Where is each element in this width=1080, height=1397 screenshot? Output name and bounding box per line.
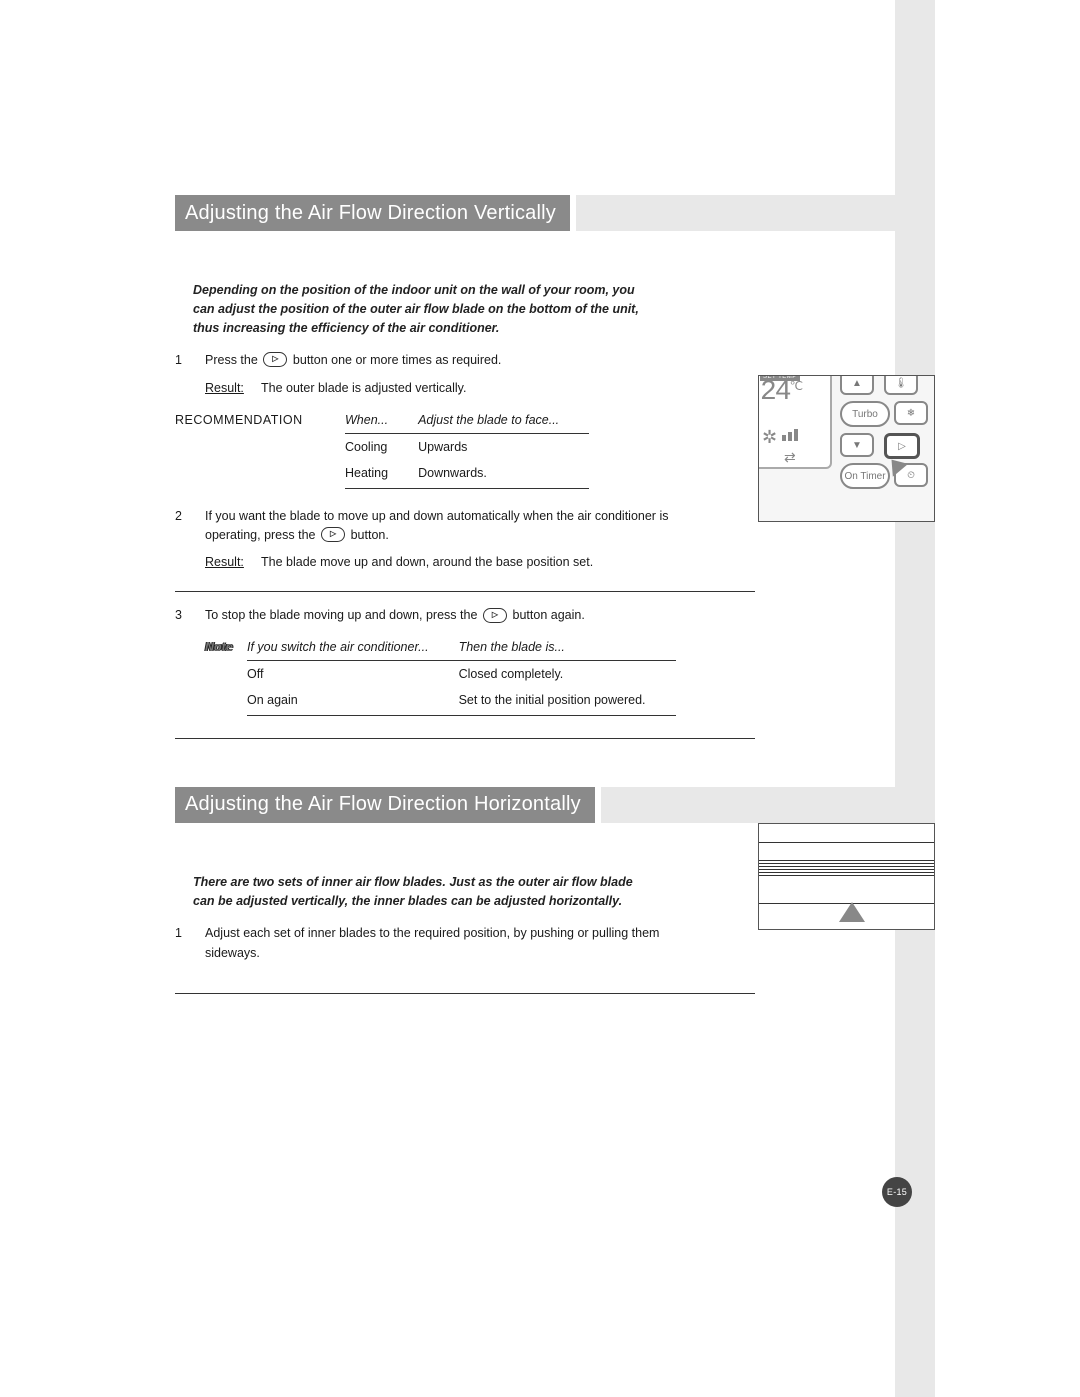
fan-speed-bars-icon bbox=[782, 429, 798, 441]
step1-text-a: Press the bbox=[205, 353, 261, 367]
figure-indoor-unit bbox=[758, 823, 935, 930]
step-1: 1 Press the ▷ button one or more times a… bbox=[175, 351, 935, 370]
thermometer-icon: 🌡 bbox=[884, 375, 918, 395]
note-block: Note If you switch the air conditioner..… bbox=[205, 640, 935, 716]
temp-down-button: ▼ bbox=[840, 433, 874, 457]
divider bbox=[175, 738, 755, 739]
step3-text-a: To stop the blade moving up and down, pr… bbox=[205, 608, 481, 622]
recommendation-label: RECOMMENDATION bbox=[175, 413, 345, 489]
step2-result-text: The blade move up and down, around the b… bbox=[261, 555, 593, 569]
lcd-temperature: 24℃ bbox=[760, 377, 801, 408]
swing-button: ▷ bbox=[884, 433, 920, 459]
note-table: If you switch the air conditioner... The… bbox=[247, 640, 676, 716]
heading-horizontal: Adjusting the Air Flow Direction Horizon… bbox=[175, 787, 935, 823]
note-r2c1: On again bbox=[247, 687, 459, 716]
note-label: Note bbox=[205, 640, 247, 716]
note-r1c2: Closed completely. bbox=[459, 660, 676, 687]
step-3: 3 To stop the blade moving up and down, … bbox=[175, 606, 935, 625]
divider bbox=[175, 993, 755, 994]
step3-text-b: button again. bbox=[513, 608, 585, 622]
temp-up-button: ▲ bbox=[840, 375, 874, 395]
note-r1c1: Off bbox=[247, 660, 459, 687]
rec-r1c1: Cooling bbox=[345, 433, 418, 460]
swing-button-icon: ▷ bbox=[321, 527, 345, 542]
step2-result: Result: The blade move up and down, arou… bbox=[205, 555, 935, 569]
step2-text-a: If you want the blade to move up and dow… bbox=[205, 509, 668, 542]
rec-th-adjust: Adjust the blade to face... bbox=[418, 413, 589, 434]
h-step1-text: Adjust each set of inner blades to the r… bbox=[205, 924, 705, 963]
swing-button-icon: ▷ bbox=[263, 352, 287, 367]
result-label: Result: bbox=[205, 381, 261, 395]
swing-indicator-icon: ⇄ bbox=[784, 449, 796, 466]
step-number: 3 bbox=[175, 606, 205, 625]
rec-r2c2: Downwards. bbox=[418, 460, 589, 489]
heading-vertical: Adjusting the Air Flow Direction Vertica… bbox=[175, 195, 935, 231]
step1-result-text: The outer blade is adjusted vertically. bbox=[261, 381, 466, 395]
mode-button: ❄ bbox=[894, 401, 928, 425]
h-step-1: 1 Adjust each set of inner blades to the… bbox=[175, 924, 935, 963]
note-th-blade: Then the blade is... bbox=[459, 640, 676, 661]
callout-arrow-icon bbox=[839, 902, 865, 922]
step-number: 2 bbox=[175, 507, 205, 546]
page-number-badge: E-15 bbox=[882, 1177, 912, 1207]
intro-vertical: Depending on the position of the indoor … bbox=[193, 281, 653, 337]
swing-button-icon: ▷ bbox=[483, 608, 507, 623]
heading-vertical-text: Adjusting the Air Flow Direction Vertica… bbox=[175, 195, 570, 231]
fan-icon: ✲ bbox=[762, 427, 777, 448]
rec-th-when: When... bbox=[345, 413, 418, 434]
note-r2c2: Set to the initial position powered. bbox=[459, 687, 676, 716]
page-content: Adjusting the Air Flow Direction Vertica… bbox=[175, 195, 935, 994]
step-number: 1 bbox=[175, 924, 205, 963]
divider bbox=[175, 591, 755, 592]
intro-horizontal: There are two sets of inner air flow bla… bbox=[193, 873, 653, 911]
step1-text-b: button one or more times as required. bbox=[293, 353, 501, 367]
recommendation-table: When... Adjust the blade to face... Cool… bbox=[345, 413, 589, 489]
step2-text-b: button. bbox=[351, 528, 389, 542]
turbo-button: Turbo bbox=[840, 401, 890, 427]
on-timer-button: On Timer bbox=[840, 463, 890, 489]
step-number: 1 bbox=[175, 351, 205, 370]
rec-r1c2: Upwards bbox=[418, 433, 589, 460]
rec-r2c1: Heating bbox=[345, 460, 418, 489]
remote-lcd: SET TEMP 24℃ ✲ ⇄ bbox=[758, 375, 832, 469]
note-th-switch: If you switch the air conditioner... bbox=[247, 640, 459, 661]
figure-remote: SET TEMP 24℃ ✲ ⇄ ▲ 🌡 Turbo ❄ ▼ ▷ On Time… bbox=[758, 375, 935, 522]
result-label: Result: bbox=[205, 555, 261, 569]
heading-horizontal-text: Adjusting the Air Flow Direction Horizon… bbox=[175, 787, 595, 823]
